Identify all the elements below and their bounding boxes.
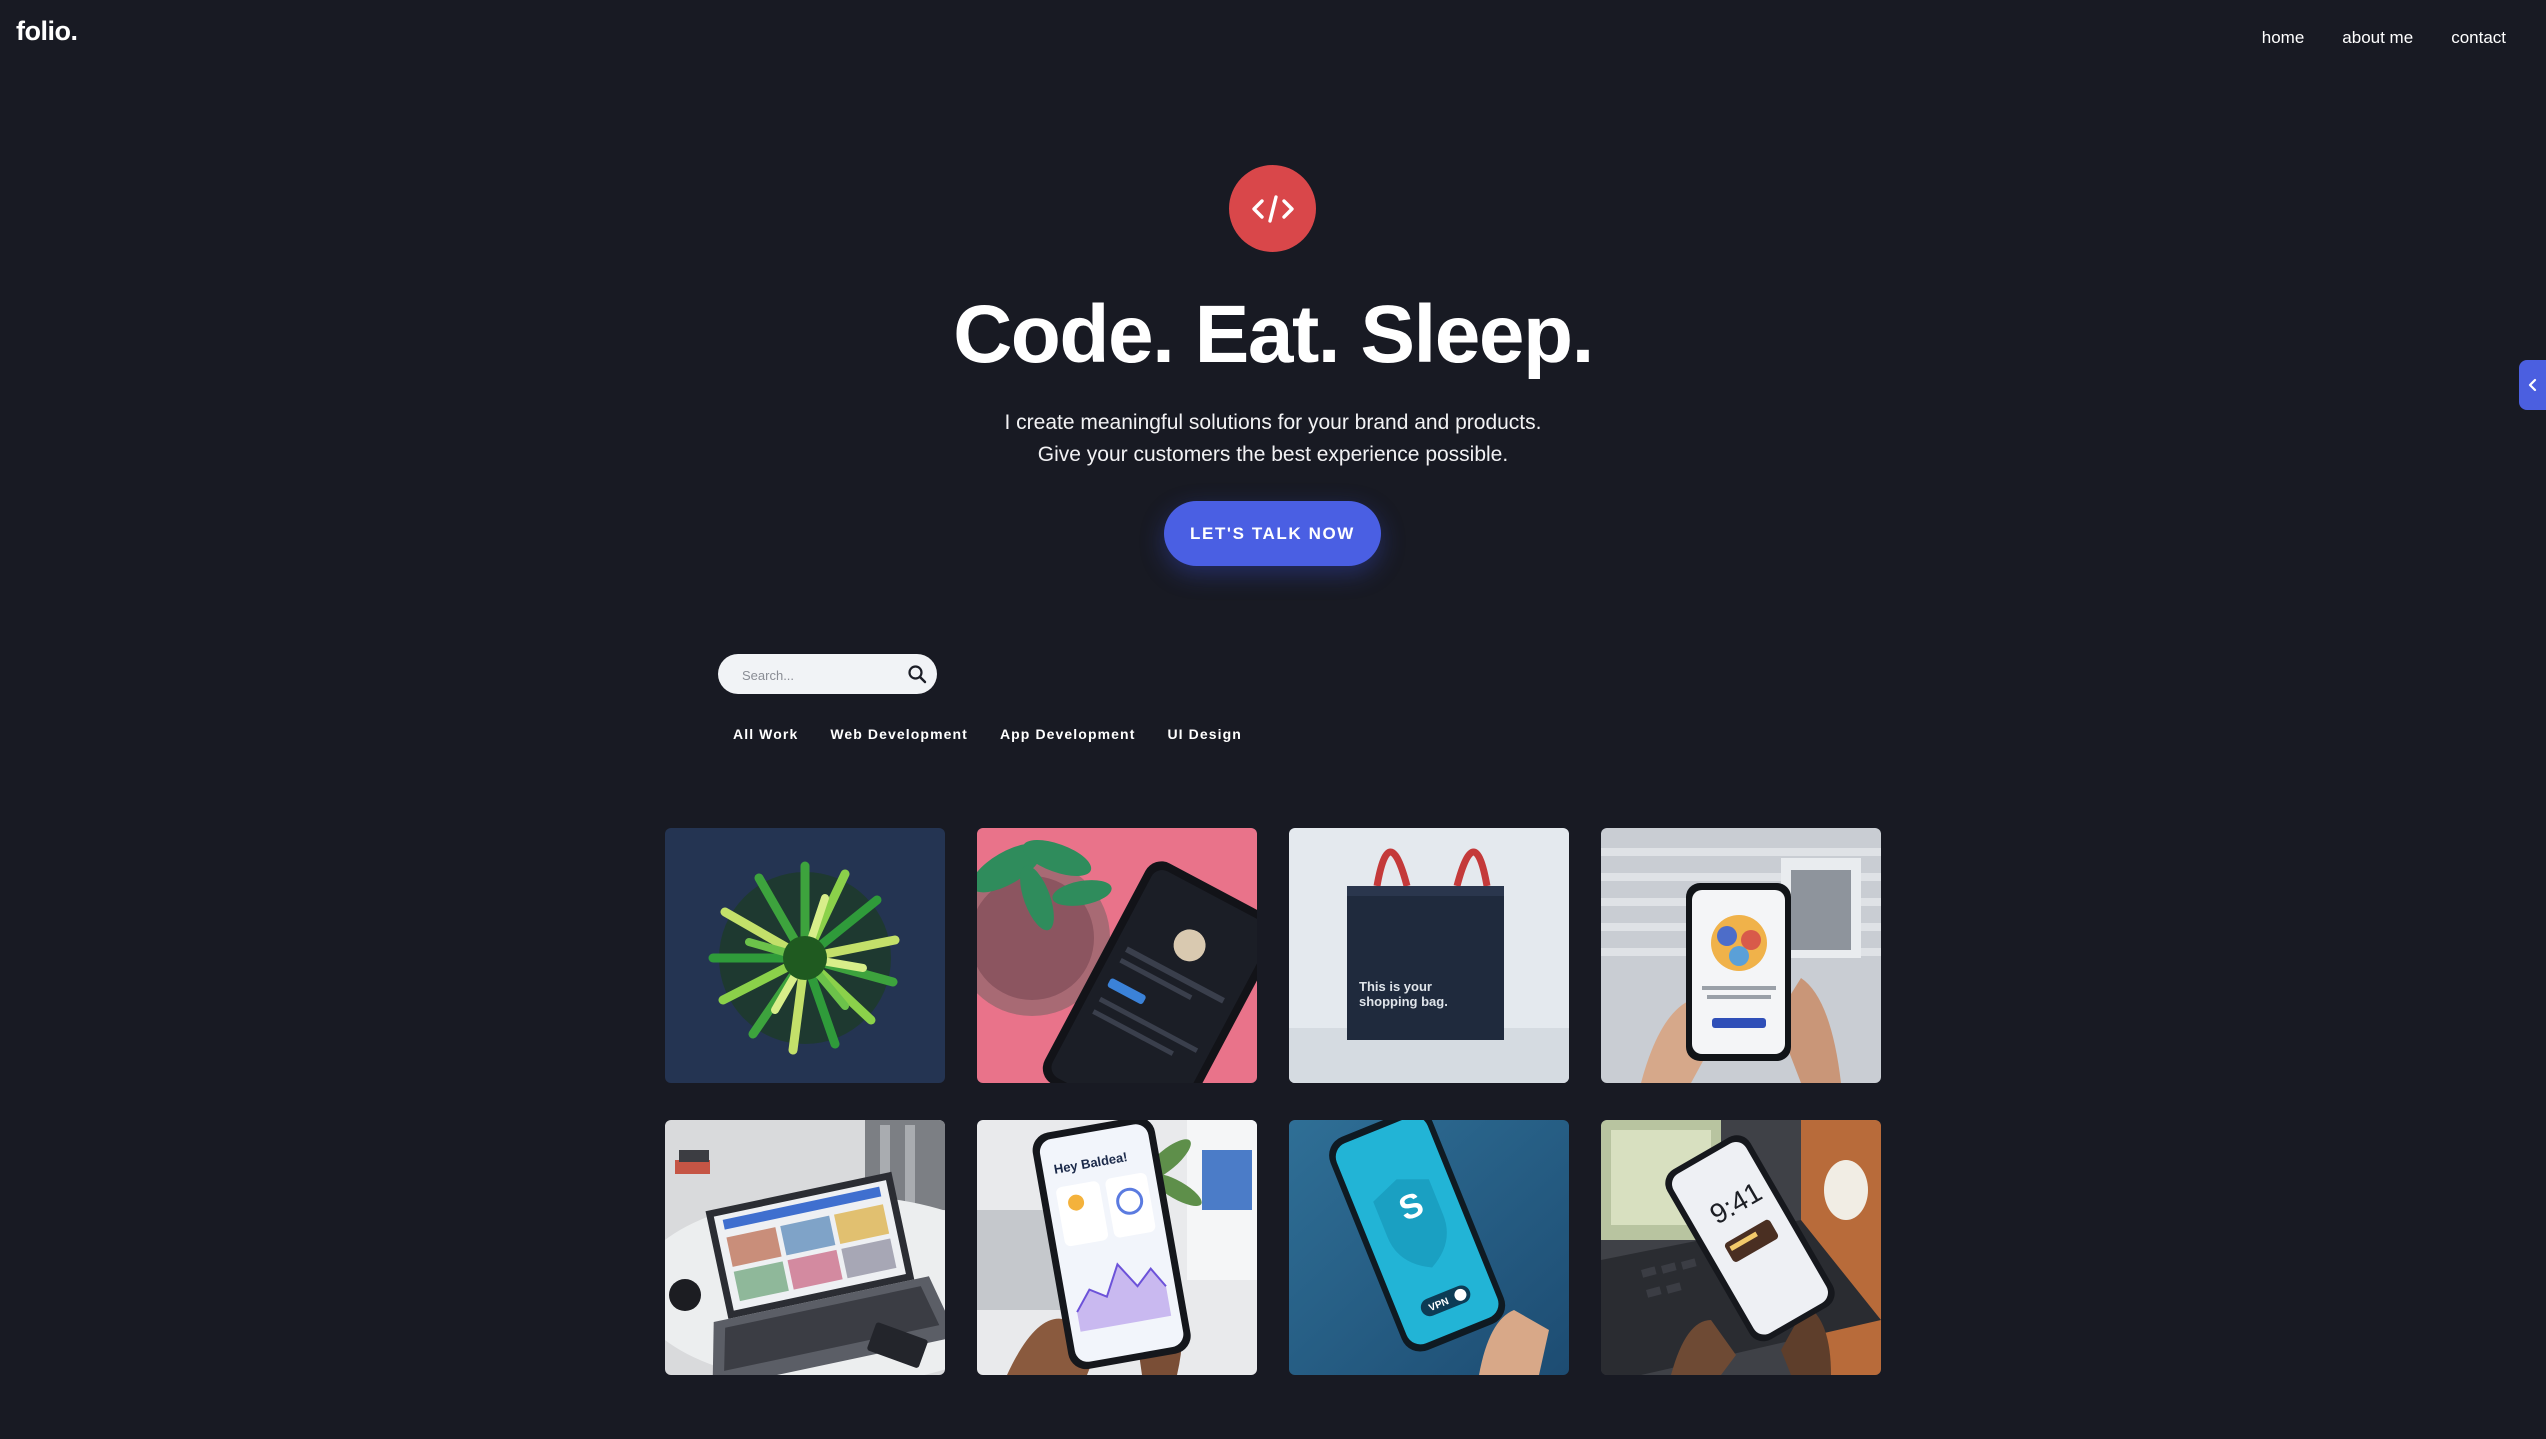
nav-contact-link[interactable]: contact: [2451, 28, 2506, 48]
portfolio-item[interactable]: [1601, 828, 1881, 1083]
main-nav: home about me contact: [2224, 28, 2506, 48]
site-logo[interactable]: folio.: [16, 16, 78, 47]
bag-caption-line1: This is your: [1359, 979, 1432, 994]
phone-in-hands-image: [1601, 828, 1881, 1083]
filter-web-development[interactable]: Web Development: [830, 726, 968, 742]
shopping-bag-image: This is your shopping bag.: [1289, 828, 1569, 1083]
nav-home-link[interactable]: home: [2262, 28, 2305, 48]
portfolio-item[interactable]: [977, 828, 1257, 1083]
code-icon: [1251, 194, 1294, 223]
bag-caption-line2: shopping bag.: [1359, 994, 1448, 1009]
search-icon[interactable]: [907, 664, 927, 684]
lets-talk-button[interactable]: LET'S TALK NOW: [1164, 501, 1381, 566]
filter-app-development[interactable]: App Development: [1000, 726, 1136, 742]
portfolio-item[interactable]: [665, 828, 945, 1083]
filter-ui-design[interactable]: UI Design: [1167, 726, 1241, 742]
portfolio-item[interactable]: This is your shopping bag.: [1289, 828, 1569, 1083]
filter-all-work[interactable]: All Work: [733, 726, 798, 742]
hero-subtitle-line2: Give your customers the best experience …: [1037, 443, 1509, 466]
portfolio-grid: This is your shopping bag. Hey Baldea! S…: [665, 828, 1881, 1375]
laptop-image: [665, 1120, 945, 1375]
portfolio-item[interactable]: S VPN: [1289, 1120, 1569, 1375]
green-sculpture-image: [665, 828, 945, 1083]
lockscreen-phone-image: 9:41: [1601, 1120, 1881, 1375]
vpn-phone-image: S VPN: [1289, 1120, 1569, 1375]
page: folio. home about me contact Code. Eat. …: [0, 0, 2546, 1439]
portfolio-item[interactable]: Hey Baldea!: [977, 1120, 1257, 1375]
portfolio-item[interactable]: 9:41: [1601, 1120, 1881, 1375]
nav-about-link[interactable]: about me: [2342, 28, 2413, 48]
portfolio-item[interactable]: [665, 1120, 945, 1375]
weather-app-image: Hey Baldea!: [977, 1120, 1257, 1375]
portfolio-filters: All Work Web Development App Development…: [733, 726, 1274, 742]
hero-title: Code. Eat. Sleep.: [953, 289, 1594, 380]
code-badge: [1229, 165, 1316, 252]
search-box: [718, 654, 937, 696]
hero-subtitle-line1: I create meaningful solutions for your b…: [1004, 411, 1542, 434]
search-input[interactable]: [740, 654, 904, 696]
phone-plant-image: [977, 828, 1257, 1083]
